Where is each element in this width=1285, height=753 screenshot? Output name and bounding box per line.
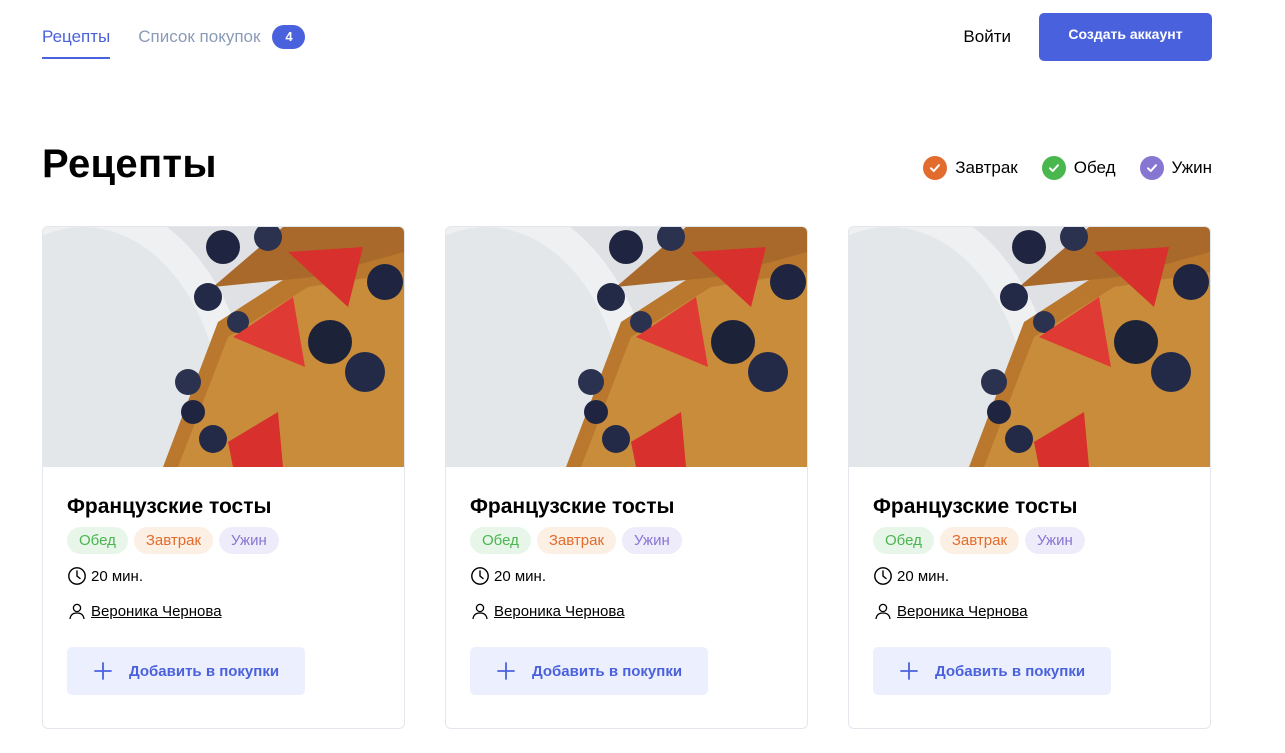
check-icon	[923, 156, 948, 180]
recipe-tags: Обед Завтрак Ужин	[470, 527, 783, 554]
recipe-time-value: 20 мин.	[494, 567, 546, 585]
recipe-card: Французские тосты Обед Завтрак Ужин 20 м…	[848, 226, 1211, 729]
tag-lunch: Обед	[470, 527, 531, 554]
filter-breakfast[interactable]: Завтрак	[923, 156, 1018, 180]
filter-dinner[interactable]: Ужин	[1139, 156, 1213, 180]
clock-icon	[471, 567, 489, 585]
login-link[interactable]: Войти	[963, 27, 1011, 47]
tag-breakfast: Завтрак	[939, 527, 1020, 554]
tab-recipes-label: Рецепты	[42, 26, 111, 46]
recipe-list: Французские тосты Обед Завтрак Ужин 20 м…	[42, 226, 1211, 729]
plus-icon	[900, 662, 918, 680]
filter-breakfast-label: Завтрак	[955, 158, 1018, 177]
recipe-image[interactable]	[849, 227, 1210, 467]
plus-icon	[94, 662, 112, 680]
add-to-cart-label: Добавить в покупки	[935, 662, 1086, 680]
tag-dinner: Ужин	[1025, 527, 1085, 554]
recipe-time: 20 мин.	[470, 565, 783, 587]
tab-shopping-list[interactable]: Список покупок 4	[138, 0, 306, 59]
tag-breakfast: Завтрак	[133, 527, 214, 554]
recipe-tags: Обед Завтрак Ужин	[873, 527, 1186, 554]
tag-lunch: Обед	[67, 527, 128, 554]
recipe-time-value: 20 мин.	[91, 567, 143, 585]
recipe-image[interactable]	[43, 227, 404, 467]
tag-dinner: Ужин	[622, 527, 682, 554]
recipe-time: 20 мин.	[873, 565, 1186, 587]
plus-icon	[497, 662, 515, 680]
add-to-cart-label: Добавить в покупки	[129, 662, 280, 680]
tag-dinner: Ужин	[219, 527, 279, 554]
recipe-title[interactable]: Французские тосты	[873, 494, 1186, 520]
tag-lunch: Обед	[873, 527, 934, 554]
add-to-cart-button[interactable]: Добавить в покупки	[873, 647, 1111, 695]
add-to-cart-label: Добавить в покупки	[532, 662, 683, 680]
recipe-time-value: 20 мин.	[897, 567, 949, 585]
user-icon	[875, 603, 891, 620]
recipe-title[interactable]: Французские тосты	[67, 494, 380, 520]
author-link[interactable]: Вероника Чернова	[494, 603, 625, 620]
tab-recipes[interactable]: Рецепты	[42, 0, 111, 59]
recipe-author: Вероника Чернова	[470, 600, 783, 622]
recipe-time: 20 мин.	[67, 565, 380, 587]
filter-dinner-label: Ужин	[1171, 158, 1213, 177]
add-to-cart-button[interactable]: Добавить в покупки	[67, 647, 305, 695]
add-to-cart-button[interactable]: Добавить в покупки	[470, 647, 708, 695]
create-account-button[interactable]: Создать аккаунт	[1039, 13, 1212, 61]
recipe-card: Французские тосты Обед Завтрак Ужин 20 м…	[42, 226, 405, 729]
author-link[interactable]: Вероника Чернова	[897, 603, 1028, 620]
recipe-card: Французские тосты Обед Завтрак Ужин 20 м…	[445, 226, 808, 729]
shopping-count-badge: 4	[272, 24, 306, 49]
main-nav: Рецепты Список покупок 4	[42, 0, 333, 70]
meal-filters: Завтрак Обед Ужин	[923, 156, 1212, 180]
recipe-title[interactable]: Французские тосты	[470, 494, 783, 520]
recipe-tags: Обед Завтрак Ужин	[67, 527, 380, 554]
user-icon	[69, 603, 85, 620]
user-icon	[472, 603, 488, 620]
check-icon	[1041, 156, 1066, 180]
author-link[interactable]: Вероника Чернова	[91, 603, 222, 620]
check-icon	[1139, 156, 1164, 180]
clock-icon	[874, 567, 892, 585]
tag-breakfast: Завтрак	[536, 527, 617, 554]
clock-icon	[68, 567, 86, 585]
filter-lunch[interactable]: Обед	[1041, 156, 1116, 180]
recipe-author: Вероника Чернова	[67, 600, 380, 622]
recipe-author: Вероника Чернова	[873, 600, 1186, 622]
page-title: Рецепты	[42, 142, 217, 186]
tab-shopping-list-label: Список покупок	[138, 26, 261, 46]
filter-lunch-label: Обед	[1073, 158, 1116, 177]
recipe-image[interactable]	[446, 227, 807, 467]
auth-controls: Войти Создать аккаунт	[963, 13, 1212, 61]
